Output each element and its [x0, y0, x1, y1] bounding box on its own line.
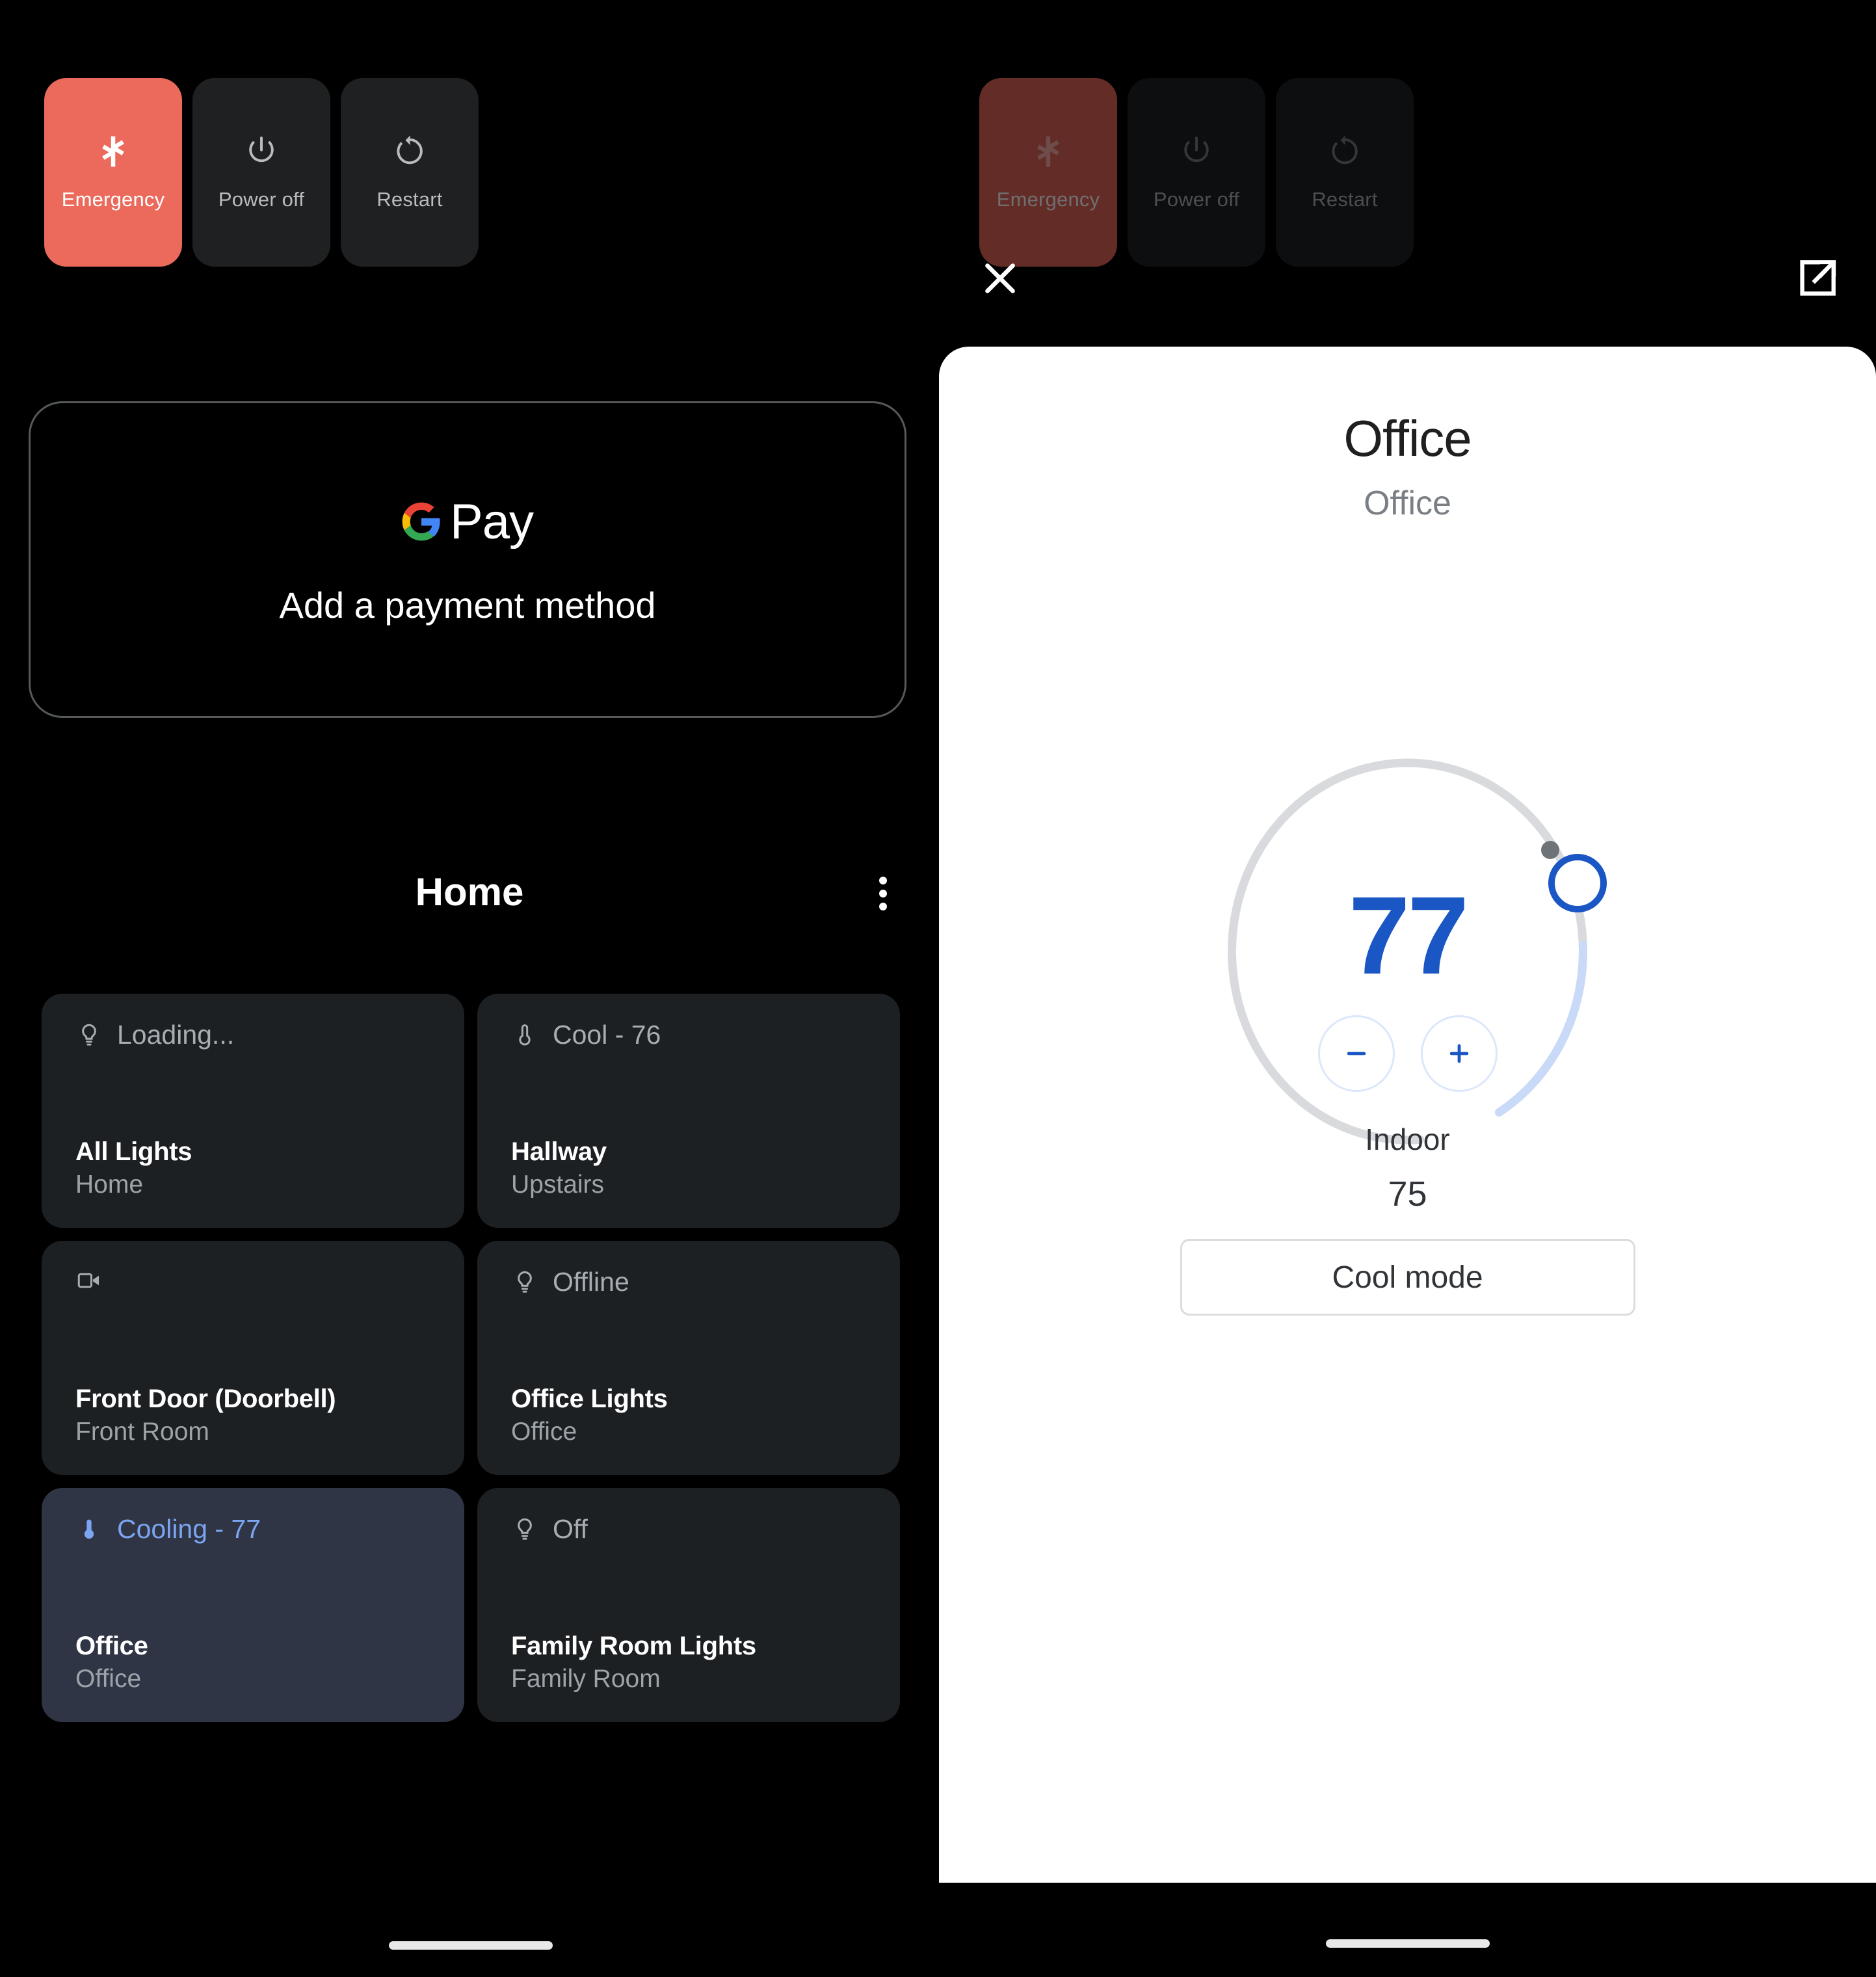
decrease-temperature-button[interactable]	[1317, 1015, 1395, 1092]
google-pay-card[interactable]: Pay Add a payment method	[29, 401, 906, 718]
increase-temperature-button[interactable]	[1420, 1015, 1498, 1092]
restart-button-dimmed[interactable]: Restart	[1276, 78, 1414, 267]
restart-icon	[391, 133, 428, 170]
indoor-label: Indoor	[1365, 1122, 1450, 1156]
plus-icon	[1445, 1039, 1473, 1068]
power-off-label: Power off	[218, 188, 305, 211]
restart-button[interactable]: Restart	[341, 78, 479, 267]
emergency-star-icon	[1030, 133, 1066, 170]
thermostat-icon	[75, 1516, 103, 1543]
device-tile-office-lights[interactable]: Offline Office Lights Office	[477, 1241, 900, 1475]
tile-status-text: Offline	[553, 1267, 629, 1297]
indoor-temperature-value: 75	[1388, 1174, 1427, 1214]
tile-room-name: Office	[511, 1418, 577, 1446]
tile-device-name: All Lights	[75, 1137, 192, 1166]
tile-name-block: Front Door (Doorbell) Front Room	[75, 1385, 430, 1446]
right-panel: Emergency Power off Restart Office Offic…	[939, 0, 1876, 1977]
tile-device-name: Hallway	[511, 1137, 607, 1166]
gesture-home-bar[interactable]	[389, 1941, 553, 1950]
emergency-star-icon	[95, 133, 131, 170]
google-pay-logo: Pay	[402, 494, 534, 550]
device-tile-office-thermostat[interactable]: Cooling - 77 Office Office	[42, 1488, 464, 1722]
camera-icon	[75, 1267, 103, 1294]
google-g-icon	[402, 502, 441, 541]
tile-status-row: Cooling - 77	[75, 1514, 430, 1545]
tile-status-text: Cool - 76	[553, 1020, 661, 1050]
home-title: Home	[415, 870, 524, 914]
tile-room-name: Family Room	[511, 1665, 661, 1693]
device-tile-all-lights[interactable]: Loading... All Lights Home	[42, 994, 464, 1228]
device-tile-front-door[interactable]: Front Door (Doorbell) Front Room	[42, 1241, 464, 1475]
tile-status-row: Off	[511, 1514, 866, 1545]
emergency-button[interactable]: Emergency	[44, 78, 182, 267]
gesture-home-bar[interactable]	[1326, 1939, 1490, 1948]
emergency-label: Emergency	[996, 188, 1100, 211]
tile-room-name: Upstairs	[511, 1171, 605, 1199]
thermostat-icon	[511, 1022, 538, 1049]
kebab-menu-icon[interactable]	[879, 877, 887, 910]
tile-status-row: Offline	[511, 1267, 866, 1297]
cool-mode-button[interactable]: Cool mode	[1180, 1239, 1635, 1316]
lightbulb-icon	[511, 1516, 538, 1543]
thermostat-bottom-sheet: Office Office 77 Indoor 75 Cool mode	[939, 347, 1876, 1883]
screen-root: Emergency Power off Restart Pay Add a pa…	[0, 0, 1876, 1977]
restart-label: Restart	[1312, 188, 1378, 211]
tile-status-row: Cool - 76	[511, 1020, 866, 1050]
thermostat-subtitle: Office	[1364, 484, 1451, 522]
emergency-button-dimmed[interactable]: Emergency	[979, 78, 1117, 267]
power-menu-row-dimmed: Emergency Power off Restart	[979, 78, 1414, 267]
tile-name-block: All Lights Home	[75, 1137, 430, 1199]
power-menu-row: Emergency Power off Restart	[44, 78, 479, 267]
left-panel: Emergency Power off Restart Pay Add a pa…	[0, 0, 939, 1977]
power-icon	[243, 133, 280, 170]
emergency-label: Emergency	[61, 188, 165, 211]
minus-icon	[1342, 1039, 1371, 1068]
tile-name-block: Office Lights Office	[511, 1385, 866, 1446]
lightbulb-icon	[511, 1269, 538, 1296]
tile-room-name: Front Room	[75, 1418, 209, 1446]
tile-name-block: Hallway Upstairs	[511, 1137, 866, 1199]
tile-status-text: Off	[553, 1514, 588, 1544]
power-off-button[interactable]: Power off	[192, 78, 330, 267]
restart-icon	[1327, 133, 1363, 170]
tile-device-name: Office Lights	[511, 1385, 668, 1413]
home-header: Home	[0, 853, 939, 931]
lightbulb-icon	[75, 1022, 103, 1049]
power-off-label: Power off	[1153, 188, 1240, 211]
tile-status-text: Cooling - 77	[117, 1514, 261, 1544]
close-x-icon[interactable]	[977, 255, 1024, 302]
add-payment-method-label: Add a payment method	[279, 584, 656, 626]
power-icon	[1178, 133, 1215, 170]
tile-room-name: Home	[75, 1171, 144, 1199]
tile-device-name: Family Room Lights	[511, 1632, 756, 1660]
tile-device-name: Office	[75, 1632, 148, 1660]
device-tile-hallway[interactable]: Cool - 76 Hallway Upstairs	[477, 994, 900, 1228]
dial-marker-dot	[1540, 841, 1559, 859]
thermostat-title: Office	[1343, 410, 1472, 467]
tile-status-text: Loading...	[117, 1020, 235, 1050]
google-pay-wordmark: Pay	[450, 494, 534, 550]
tile-status-row: Loading...	[75, 1020, 430, 1050]
power-off-button-dimmed[interactable]: Power off	[1128, 78, 1265, 267]
device-tile-grid: Loading... All Lights Home Cool - 76 Hal…	[42, 994, 900, 1722]
tile-room-name: Office	[75, 1665, 142, 1693]
tile-device-name: Front Door (Doorbell)	[75, 1385, 336, 1413]
restart-label: Restart	[377, 188, 443, 211]
temperature-stepper	[939, 1015, 1876, 1092]
tile-status-row	[75, 1267, 430, 1294]
tile-name-block: Family Room Lights Family Room	[511, 1632, 866, 1693]
open-in-new-icon[interactable]	[1793, 254, 1842, 303]
tile-name-block: Office Office	[75, 1632, 430, 1693]
device-tile-family-room-lights[interactable]: Off Family Room Lights Family Room	[477, 1488, 900, 1722]
target-temperature-value: 77	[1348, 874, 1469, 998]
